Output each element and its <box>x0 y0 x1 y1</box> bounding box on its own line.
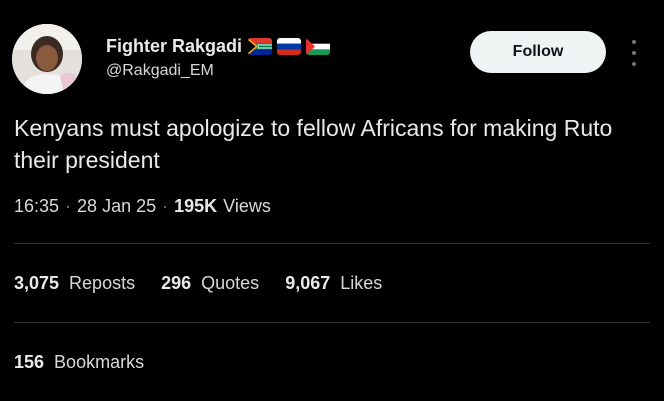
author-handle[interactable]: @Rakgadi_EM <box>106 62 214 80</box>
views-count: 195K <box>174 196 218 216</box>
bookmarks-label: Bookmarks <box>54 352 145 372</box>
divider <box>14 322 650 323</box>
likes-count: 9,067 <box>285 273 331 293</box>
views-label: Views <box>223 196 271 216</box>
quotes-count: 296 <box>161 273 192 293</box>
follow-button[interactable]: Follow <box>470 31 606 73</box>
quotes-label: Quotes <box>201 273 260 293</box>
author-display-name[interactable]: Fighter Rakgadi <box>106 36 242 57</box>
more-vertical-icon <box>632 40 636 44</box>
bookmarks-count: 156 <box>14 352 45 372</box>
bookmarks-stat[interactable]: 156 Bookmarks <box>14 352 144 373</box>
meta-separator: · <box>65 196 72 216</box>
quotes-stat[interactable]: 296 Quotes <box>161 273 259 294</box>
meta-separator: · <box>162 196 169 216</box>
engagement-stats: 3,075 Reposts 296 Quotes 9,067 Likes <box>14 273 382 294</box>
divider <box>14 243 650 244</box>
author-name-row: Fighter Rakgadi <box>106 36 331 57</box>
russia-flag-icon <box>277 38 302 55</box>
palestine-flag-icon <box>306 38 331 55</box>
tweet-meta: 16:35 · 28 Jan 25 · 195K Views <box>14 196 271 217</box>
tweet-date[interactable]: 28 Jan 25 <box>77 196 156 217</box>
south-africa-flag-icon <box>248 38 273 55</box>
likes-label: Likes <box>340 273 383 293</box>
author-flags <box>248 38 331 55</box>
reposts-label: Reposts <box>69 273 136 293</box>
more-options-button[interactable] <box>624 40 644 66</box>
reposts-count: 3,075 <box>14 273 60 293</box>
likes-stat[interactable]: 9,067 Likes <box>285 273 382 294</box>
author-avatar[interactable] <box>12 24 82 94</box>
tweet-text: Kenyans must apologize to fellow African… <box>14 115 613 173</box>
reposts-stat[interactable]: 3,075 Reposts <box>14 273 135 294</box>
tweet-time[interactable]: 16:35 <box>14 196 59 217</box>
